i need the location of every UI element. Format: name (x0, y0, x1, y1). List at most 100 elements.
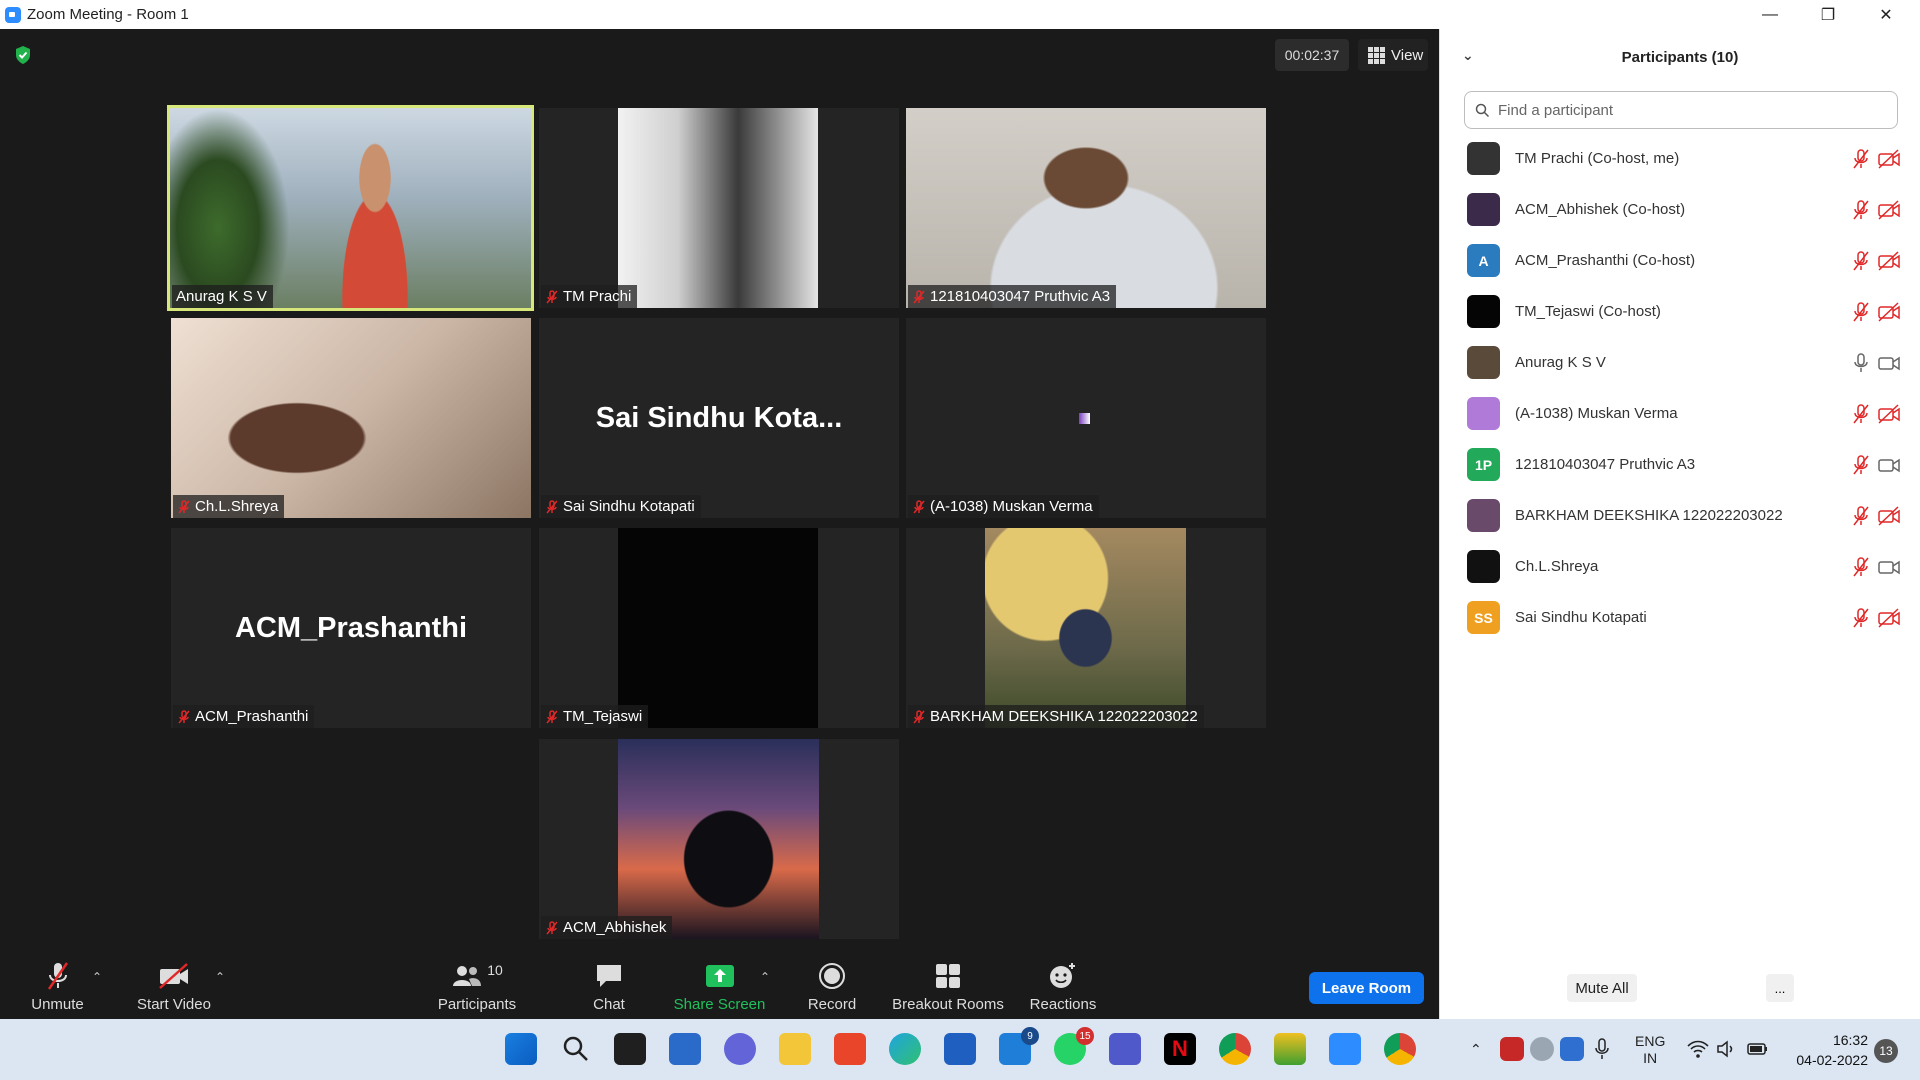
tray-chevron-icon[interactable]: ⌃ (1470, 1019, 1482, 1080)
participant-name: ACM_Abhishek (Co-host) (1515, 201, 1686, 218)
muted-mic-icon[interactable] (1851, 149, 1871, 169)
participant-row[interactable]: SS Sai Sindhu Kotapati (1440, 592, 1920, 643)
muted-mic-icon[interactable] (1851, 200, 1871, 220)
onedrive-icon[interactable] (1530, 1037, 1554, 1061)
video-icon[interactable] (1878, 557, 1900, 577)
muted-mic-icon[interactable] (1851, 302, 1871, 322)
muted-mic-icon[interactable] (1851, 506, 1871, 526)
store-icon[interactable] (944, 1033, 976, 1065)
start-icon[interactable] (505, 1033, 537, 1065)
video-tile[interactable]: Sai Sindhu Kota... Sai Sindhu Kotapati (539, 318, 899, 518)
mute-all-button[interactable]: Mute All (1567, 974, 1637, 1002)
netflix-icon[interactable]: N (1164, 1033, 1196, 1065)
start-video-button[interactable]: Start Video (128, 942, 220, 1019)
widgets-icon[interactable] (669, 1033, 701, 1065)
grid-view-icon (1368, 46, 1385, 64)
participant-name: TM_Tejaswi (Co-host) (1515, 303, 1661, 320)
participant-row[interactable]: TM Prachi (Co-host, me) (1440, 133, 1920, 184)
restore-button[interactable]: ❐ (1799, 0, 1857, 29)
search-input[interactable] (1498, 101, 1878, 119)
video-tile[interactable]: (A-1038) Muskan Verma (906, 318, 1266, 518)
video-options-caret[interactable]: ⌃ (215, 970, 225, 984)
microphone-icon[interactable] (1592, 1037, 1612, 1061)
leave-room-button[interactable]: Leave Room (1309, 972, 1424, 1004)
battery-icon[interactable] (1746, 1037, 1770, 1061)
tile-name-label: Sai Sindhu Kotapati (541, 495, 701, 518)
chrome-icon[interactable] (1219, 1033, 1251, 1065)
zoom-taskbar-icon[interactable] (1329, 1033, 1361, 1065)
participant-row[interactable]: TM_Tejaswi (Co-host) (1440, 286, 1920, 337)
participant-search[interactable] (1464, 91, 1898, 129)
title-bar: Zoom Meeting - Room 1 — ❐ ✕ (0, 0, 1920, 29)
participant-name: (A-1038) Muskan Verma (1515, 405, 1678, 422)
video-off-icon[interactable] (1878, 506, 1900, 526)
participant-row[interactable]: (A-1038) Muskan Verma (1440, 388, 1920, 439)
participant-video (618, 739, 819, 939)
breakout-rooms-button[interactable]: Breakout Rooms (888, 942, 1008, 1019)
video-off-icon[interactable] (1878, 404, 1900, 424)
share-options-caret[interactable]: ⌃ (760, 970, 770, 984)
video-tile[interactable]: BARKHAM DEEKSHIKA 122022203022 (906, 528, 1266, 728)
video-off-icon[interactable] (1878, 200, 1900, 220)
video-tile[interactable]: ACM_Prashanthi ACM_Prashanthi (171, 528, 531, 728)
bluestacks-icon[interactable] (1274, 1033, 1306, 1065)
participant-row[interactable]: A ACM_Prashanthi (Co-host) (1440, 235, 1920, 286)
teams-chat-icon[interactable] (724, 1033, 756, 1065)
participant-row[interactable]: ACM_Abhishek (Co-host) (1440, 184, 1920, 235)
participants-count: 10 (487, 962, 503, 978)
video-tile[interactable]: ACM_Abhishek (539, 739, 899, 939)
video-icon[interactable] (1878, 455, 1900, 475)
more-options-button[interactable]: ... (1766, 974, 1794, 1002)
tile-display-name: Sai Sindhu Kota... (595, 401, 843, 434)
chrome-profile-icon[interactable] (1384, 1033, 1416, 1065)
view-button[interactable]: View (1358, 39, 1428, 71)
office-icon[interactable] (834, 1033, 866, 1065)
chat-button[interactable]: Chat (584, 942, 634, 1019)
video-tile[interactable]: TM Prachi (539, 108, 899, 308)
participant-row[interactable]: Ch.L.Shreya (1440, 541, 1920, 592)
participant-row[interactable]: BARKHAM DEEKSHIKA 122022203022 (1440, 490, 1920, 541)
language-indicator[interactable]: ENG IN (1635, 1019, 1665, 1080)
muted-mic-icon[interactable] (1851, 455, 1871, 475)
video-tile[interactable]: 121810403047 Pruthvic A3 (906, 108, 1266, 308)
edge-browser-icon[interactable] (889, 1033, 921, 1065)
muted-mic-icon[interactable] (1851, 404, 1871, 424)
share-screen-button[interactable]: Share Screen (672, 942, 767, 1019)
task-view-icon[interactable] (614, 1033, 646, 1065)
file-explorer-icon[interactable] (779, 1033, 811, 1065)
muted-mic-icon[interactable] (1851, 557, 1871, 577)
system-clock[interactable]: 16:32 04-02-2022 (1786, 1030, 1868, 1070)
notification-count[interactable]: 13 (1874, 1039, 1898, 1063)
mic-icon[interactable] (1851, 353, 1871, 373)
participant-avatar: A (1467, 244, 1500, 277)
video-tile[interactable]: Anurag K S V (167, 105, 534, 311)
video-tile[interactable]: Ch.L.Shreya (171, 318, 531, 518)
mail-icon[interactable]: 9 (999, 1027, 1039, 1065)
encryption-shield-icon[interactable] (14, 45, 32, 65)
video-tile[interactable]: TM_Tejaswi (539, 528, 899, 728)
reactions-button[interactable]: Reactions (1028, 942, 1098, 1019)
minimize-button[interactable]: — (1741, 0, 1799, 29)
close-button[interactable]: ✕ (1857, 0, 1915, 29)
muted-mic-icon[interactable] (1851, 608, 1871, 628)
participant-row[interactable]: Anurag K S V (1440, 337, 1920, 388)
video-off-icon[interactable] (1878, 251, 1900, 271)
volume-icon[interactable] (1715, 1037, 1739, 1061)
teams-icon[interactable] (1109, 1033, 1141, 1065)
antivirus-icon[interactable] (1500, 1037, 1524, 1061)
video-off-icon[interactable] (1878, 302, 1900, 322)
video-off-icon[interactable] (1878, 608, 1900, 628)
record-button[interactable]: Record (803, 942, 861, 1019)
audio-options-caret[interactable]: ⌃ (92, 970, 102, 984)
video-icon[interactable] (1878, 353, 1900, 373)
search-icon[interactable] (560, 1033, 592, 1065)
wifi-icon[interactable] (1686, 1037, 1710, 1061)
unmute-button[interactable]: Unmute (20, 942, 95, 1019)
chevron-down-icon[interactable]: ⌄ (1462, 47, 1474, 64)
video-off-icon[interactable] (1878, 149, 1900, 169)
muted-mic-icon[interactable] (1851, 251, 1871, 271)
security-icon[interactable] (1560, 1037, 1584, 1061)
participants-button[interactable]: 10 Participants (430, 942, 524, 1019)
whatsapp-icon[interactable]: 15 (1054, 1027, 1094, 1065)
participant-row[interactable]: 1P 121810403047 Pruthvic A3 (1440, 439, 1920, 490)
